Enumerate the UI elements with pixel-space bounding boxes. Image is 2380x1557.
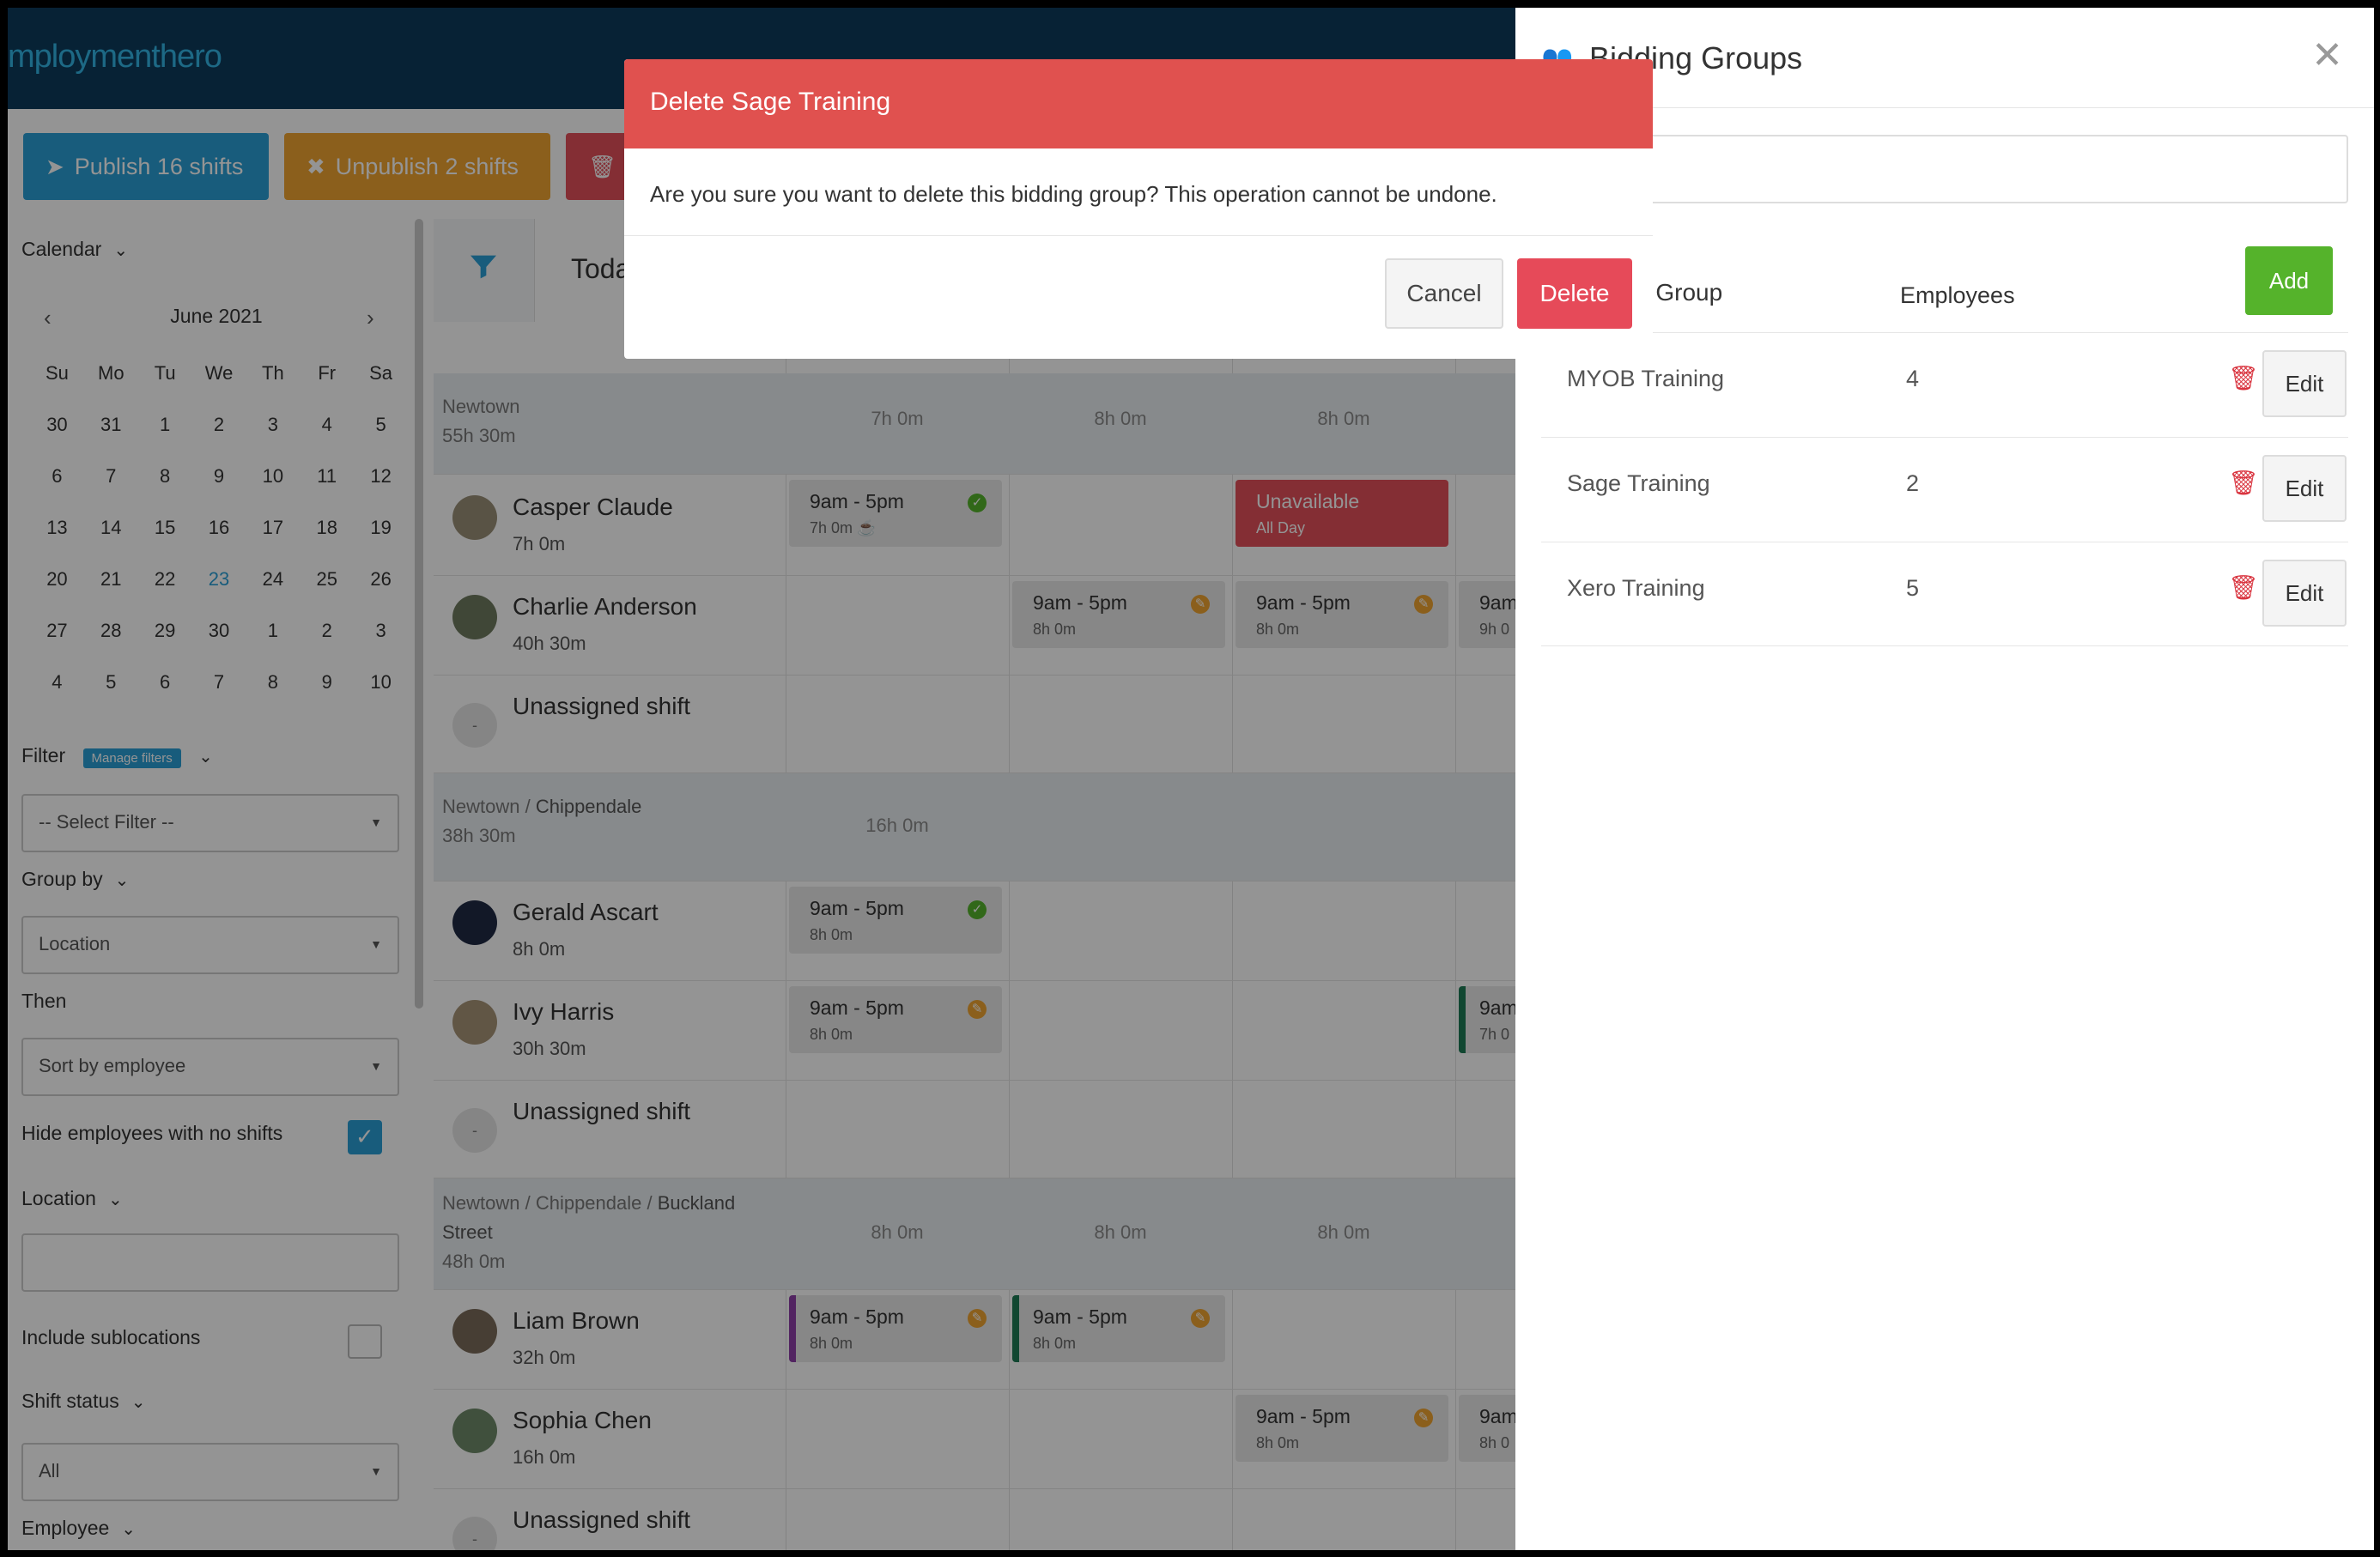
- cancel-button[interactable]: Cancel: [1385, 258, 1503, 329]
- employee-count: 2: [1906, 470, 1920, 496]
- add-button[interactable]: Add: [2245, 246, 2333, 315]
- group-name: Xero Training: [1567, 575, 1705, 601]
- bidding-group-row: Xero Training 5 🗑 Edit: [1541, 542, 2348, 646]
- group-name: MYOB Training: [1567, 366, 1725, 391]
- column-header-employees: Employees: [1900, 282, 2015, 308]
- app-window: mploymenthero ➤ Publish 16 shifts ✖ Unpubl…: [8, 8, 2374, 1550]
- trash-icon[interactable]: 🗑: [2228, 364, 2259, 392]
- edit-button[interactable]: Edit: [2262, 350, 2347, 417]
- delete-confirm-modal: Delete Sage Training Are you sure you wa…: [624, 59, 1653, 359]
- modal-title: Delete Sage Training: [650, 88, 891, 116]
- edit-button[interactable]: Edit: [2262, 560, 2347, 627]
- trash-icon[interactable]: 🗑: [2228, 469, 2259, 497]
- search-input[interactable]: h Groups: [1541, 135, 2348, 203]
- group-name: Sage Training: [1567, 470, 1710, 496]
- employee-count: 4: [1906, 366, 1920, 391]
- employee-count: 5: [1906, 575, 1920, 601]
- modal-header: Delete Sage Training: [624, 59, 1653, 148]
- modal-message: Are you sure you want to delete this bid…: [650, 181, 1497, 207]
- bidding-group-row: MYOB Training 4 🗑 Edit: [1541, 332, 2348, 437]
- modal-divider: [624, 235, 1653, 236]
- delete-button[interactable]: Delete: [1517, 258, 1632, 329]
- bidding-group-row: Sage Training 2 🗑 Edit: [1541, 437, 2348, 542]
- edit-button[interactable]: Edit: [2262, 455, 2347, 522]
- close-icon[interactable]: ✕: [2311, 33, 2343, 77]
- trash-icon[interactable]: 🗑: [2228, 573, 2259, 602]
